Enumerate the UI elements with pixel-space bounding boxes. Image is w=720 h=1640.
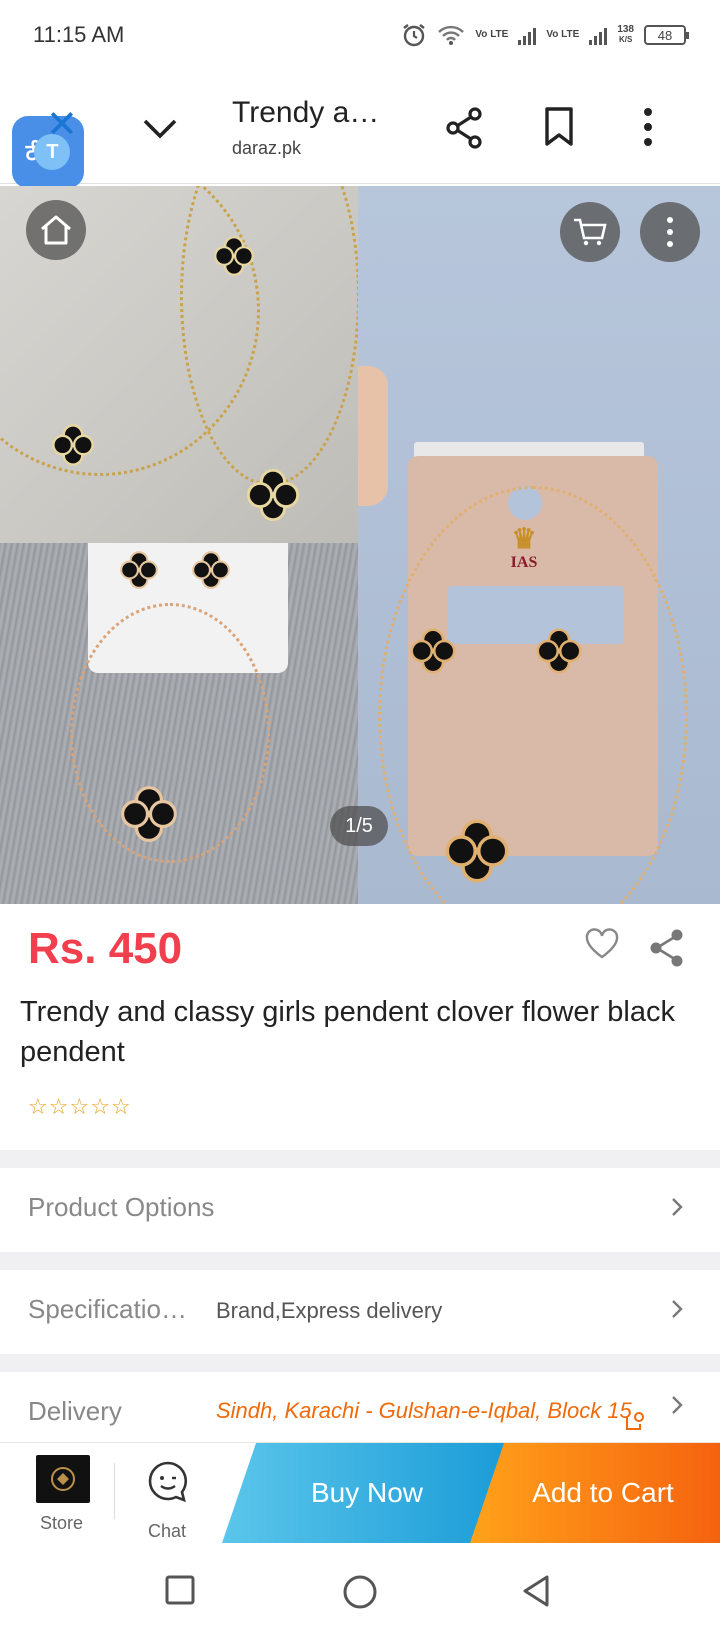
bookmark-icon [545, 107, 573, 146]
action-bar: Store Chat Buy Now Add to Cart [0, 1442, 720, 1544]
star-empty-icon: ☆ [28, 1094, 48, 1119]
gallery-more-button[interactable] [640, 202, 700, 262]
star-empty-icon: ☆ [48, 1094, 69, 1119]
necklace-chain-2 [180, 186, 358, 486]
lte-label-1: Vo LTE [475, 29, 509, 40]
section-divider [0, 1150, 720, 1168]
home-icon [41, 215, 71, 245]
circle-icon [343, 1575, 377, 1609]
gallery-cart-button[interactable] [560, 202, 620, 262]
clover-earring-6 [536, 628, 582, 674]
alarm-icon [403, 24, 426, 47]
lte-label-2: Vo LTE [546, 29, 580, 40]
delivery-label: Delivery [28, 1396, 122, 1426]
star-empty-icon: ☆ [110, 1094, 131, 1119]
clover-earring-4 [192, 551, 230, 589]
net-speed-unit: K/S [618, 35, 633, 44]
back-button[interactable] [520, 1574, 552, 1613]
chat-button[interactable] [146, 1459, 190, 1508]
product-options-label: Product Options [28, 1192, 215, 1222]
signal-1-icon [518, 25, 537, 45]
header-share-button[interactable] [444, 106, 484, 155]
square-icon [165, 1575, 195, 1605]
chevron-right-icon [670, 1394, 684, 1421]
chevron-right-icon [670, 1298, 684, 1325]
product-photo-3: ♛ IAS [358, 186, 720, 904]
gallery-home-button[interactable] [26, 200, 86, 260]
status-icons: Vo LTE Vo LTE 138 K/S 48 [401, 22, 689, 48]
add-to-cart-button[interactable]: Add to Cart [470, 1443, 720, 1543]
header-more-button[interactable] [640, 106, 656, 153]
store-button[interactable] [36, 1455, 90, 1503]
net-speed-value: 138 [617, 24, 634, 35]
battery-icon: 48 [644, 25, 689, 45]
collapse-button[interactable] [140, 108, 180, 148]
specifications-row[interactable]: Specificatio… Brand,Express delivery [0, 1270, 720, 1350]
clover-earring-1 [214, 236, 254, 276]
store-logo-icon [51, 1467, 75, 1491]
triangle-back-icon [523, 1575, 549, 1607]
separator [114, 1463, 115, 1519]
star-empty-icon: ☆ [69, 1094, 90, 1119]
bookmark-button[interactable] [542, 106, 576, 153]
section-divider [0, 1354, 720, 1372]
status-bar: 11:15 AM Vo LTE Vo LTE 138 K/S 48 [0, 0, 720, 72]
product-price: Rs. 450 [28, 924, 183, 973]
more-vertical-icon [667, 217, 673, 247]
page-domain: daraz.pk [232, 138, 302, 158]
share-icon [446, 107, 482, 149]
system-nav-bar [0, 1546, 720, 1640]
delivery-location[interactable]: Sindh, Karachi - Gulshan-e-Iqbal, Block … [216, 1394, 636, 1434]
chevron-down-icon [143, 119, 177, 139]
delivery-row[interactable]: Delivery Sindh, Karachi - Gulshan-e-Iqba… [0, 1372, 720, 1442]
specifications-label: Specificatio… [28, 1294, 187, 1324]
home-nav-button[interactable] [342, 1574, 378, 1615]
status-time: 11:15 AM [33, 22, 125, 47]
store-label[interactable]: Store [40, 1513, 83, 1534]
product-title: Trendy and classy girls pendent clover f… [20, 996, 675, 1068]
more-vertical-icon [644, 108, 652, 146]
chat-icon [148, 1461, 187, 1503]
external-link-icon[interactable] [624, 1410, 646, 1437]
recents-button[interactable] [164, 1574, 196, 1611]
hand [358, 366, 388, 506]
product-gallery[interactable]: ♛ IAS 1/5 [0, 186, 720, 904]
star-empty-icon: ☆ [90, 1094, 110, 1119]
chevron-right-icon [670, 1196, 684, 1223]
clover-pendant-2 [121, 786, 177, 842]
browser-header: Trendy a… daraz.pk [0, 72, 720, 184]
chat-label[interactable]: Chat [148, 1521, 186, 1542]
section-divider [0, 1252, 720, 1270]
specifications-value: Brand,Express delivery [216, 1298, 443, 1323]
heart-icon [585, 928, 619, 959]
product-options-row[interactable]: Product Options [0, 1168, 720, 1248]
share-icon [650, 929, 683, 967]
wishlist-button[interactable] [584, 928, 620, 965]
image-counter: 1/5 [330, 806, 388, 846]
wifi-icon [438, 25, 465, 45]
product-photo-2 [0, 543, 358, 904]
battery-level: 48 [657, 27, 673, 43]
close-icon[interactable]: ✕ [46, 106, 78, 144]
signal-2-icon [589, 25, 608, 45]
page-title: Trendy a… [232, 96, 380, 129]
net-speed: 138 K/S [617, 25, 634, 45]
clover-earring-3 [120, 551, 158, 589]
clover-earring-2 [52, 424, 94, 466]
cart-icon [574, 218, 607, 246]
clover-earring-5 [410, 628, 456, 674]
clover-pendant-1 [246, 468, 300, 522]
product-share-button[interactable] [648, 928, 686, 973]
buy-now-button[interactable]: Buy Now [222, 1443, 512, 1543]
rating-stars: ☆ ☆ ☆ ☆ ☆ [28, 1096, 131, 1118]
clover-pendant-3 [445, 819, 509, 883]
